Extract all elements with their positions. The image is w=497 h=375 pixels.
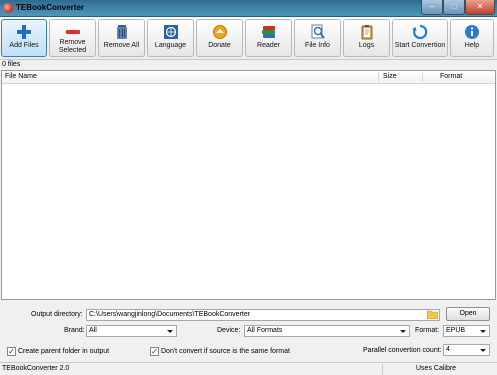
device-label: Device: <box>217 327 241 334</box>
parallel-count-select[interactable]: 4 <box>443 344 490 356</box>
column-format[interactable]: Format <box>424 71 494 83</box>
column-file-name[interactable]: File Name <box>5 71 377 83</box>
open-button[interactable]: Open <box>446 307 490 321</box>
status-version: TEBookConverter 2.0 <box>2 365 70 372</box>
start-convertion-button[interactable]: Start Convertion <box>392 19 448 57</box>
help-button[interactable]: Help <box>450 19 494 57</box>
remove-selected-button[interactable]: Remove Selected <box>49 19 96 57</box>
output-directory-label: Output directory: <box>31 311 83 318</box>
add-files-icon <box>17 25 31 39</box>
donate-label: Donate <box>208 42 231 49</box>
app-icon <box>3 3 13 13</box>
file-info-icon <box>311 24 325 39</box>
add-files-label: Add Files <box>9 42 39 49</box>
column-divider <box>422 72 423 82</box>
chevron-down-icon <box>480 349 486 352</box>
status-divider <box>382 364 383 375</box>
logs-label: Logs <box>358 42 375 49</box>
parallel-count-label: Parallel convertion count: <box>363 347 442 354</box>
format-value: EPUB <box>446 327 466 334</box>
format-select[interactable]: EPUB <box>443 325 490 337</box>
language-button[interactable]: Language <box>147 19 194 57</box>
logs-icon <box>361 25 372 40</box>
chevron-down-icon <box>480 330 486 333</box>
reader-label: Reader <box>257 42 280 49</box>
status-bar: TEBookConverter 2.0 Uses Calibre <box>0 362 497 375</box>
column-size[interactable]: Size <box>380 71 420 83</box>
remove-selected-label: Remove Selected <box>58 39 87 54</box>
format-label: Format: <box>415 327 440 334</box>
start-convertion-label: Start Convertion <box>394 42 446 49</box>
brand-select[interactable]: All <box>86 325 177 337</box>
maximize-button[interactable]: □ <box>443 0 465 15</box>
checkmark-icon: ✓ <box>151 347 158 356</box>
chevron-down-icon <box>167 330 173 333</box>
logs-button[interactable]: Logs <box>343 19 390 57</box>
title-bar: TEBookConverter – □ ✕ <box>0 0 497 17</box>
window-title: TEBookConverter <box>16 3 85 12</box>
file-list[interactable]: File Name Size Format <box>1 70 496 300</box>
toolbar: Add Files Remove Selected Remove All Lan… <box>0 17 497 60</box>
add-files-button[interactable]: Add Files <box>1 19 47 57</box>
column-divider <box>378 72 379 82</box>
parallel-count-value: 4 <box>446 346 450 353</box>
status-engine: Uses Calibre <box>416 365 457 372</box>
reader-button[interactable]: Reader <box>245 19 292 57</box>
language-label: Language <box>154 42 187 49</box>
remove-all-label: Remove All <box>103 42 140 49</box>
folder-icon[interactable] <box>427 310 438 319</box>
help-icon <box>465 25 479 39</box>
create-parent-checkbox[interactable]: ✓ <box>7 347 16 356</box>
file-list-header: File Name Size Format <box>2 71 495 84</box>
output-directory-input[interactable]: C:\Users\wangjinlong\Documents\TEBookCon… <box>86 309 440 321</box>
brand-label: Brand: <box>64 327 85 334</box>
checkmark-icon: ✓ <box>8 347 15 356</box>
device-select[interactable]: All Formats <box>244 325 410 337</box>
language-icon <box>163 25 178 39</box>
close-button[interactable]: ✕ <box>465 0 495 15</box>
remove-icon <box>65 30 80 34</box>
dont-convert-checkbox[interactable]: ✓ <box>150 347 159 356</box>
dont-convert-label: Don't convert if source is the same form… <box>161 348 290 355</box>
convert-icon <box>412 24 428 40</box>
minimize-button[interactable]: – <box>421 0 443 15</box>
help-label: Help <box>464 42 480 49</box>
device-value: All Formats <box>247 327 283 334</box>
file-info-label: File Info <box>305 42 330 49</box>
reader-icon <box>261 26 275 38</box>
brand-value: All <box>89 327 97 334</box>
remove-all-button[interactable]: Remove All <box>98 19 145 57</box>
donate-button[interactable]: Donate <box>196 19 243 57</box>
donate-icon <box>212 25 227 39</box>
create-parent-label: Create parent folder in output <box>18 348 110 355</box>
file-count: 0 files <box>2 61 21 68</box>
chevron-down-icon <box>400 330 406 333</box>
file-info-button[interactable]: File Info <box>294 19 341 57</box>
trash-icon <box>116 25 127 39</box>
